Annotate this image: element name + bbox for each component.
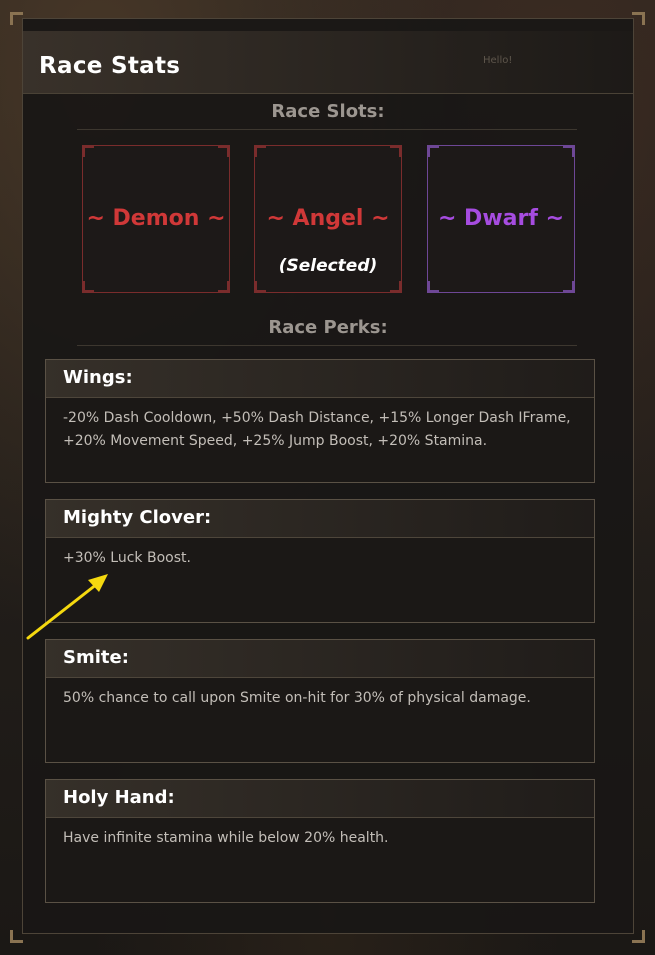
annotation-arrow-icon: [26, 574, 108, 640]
